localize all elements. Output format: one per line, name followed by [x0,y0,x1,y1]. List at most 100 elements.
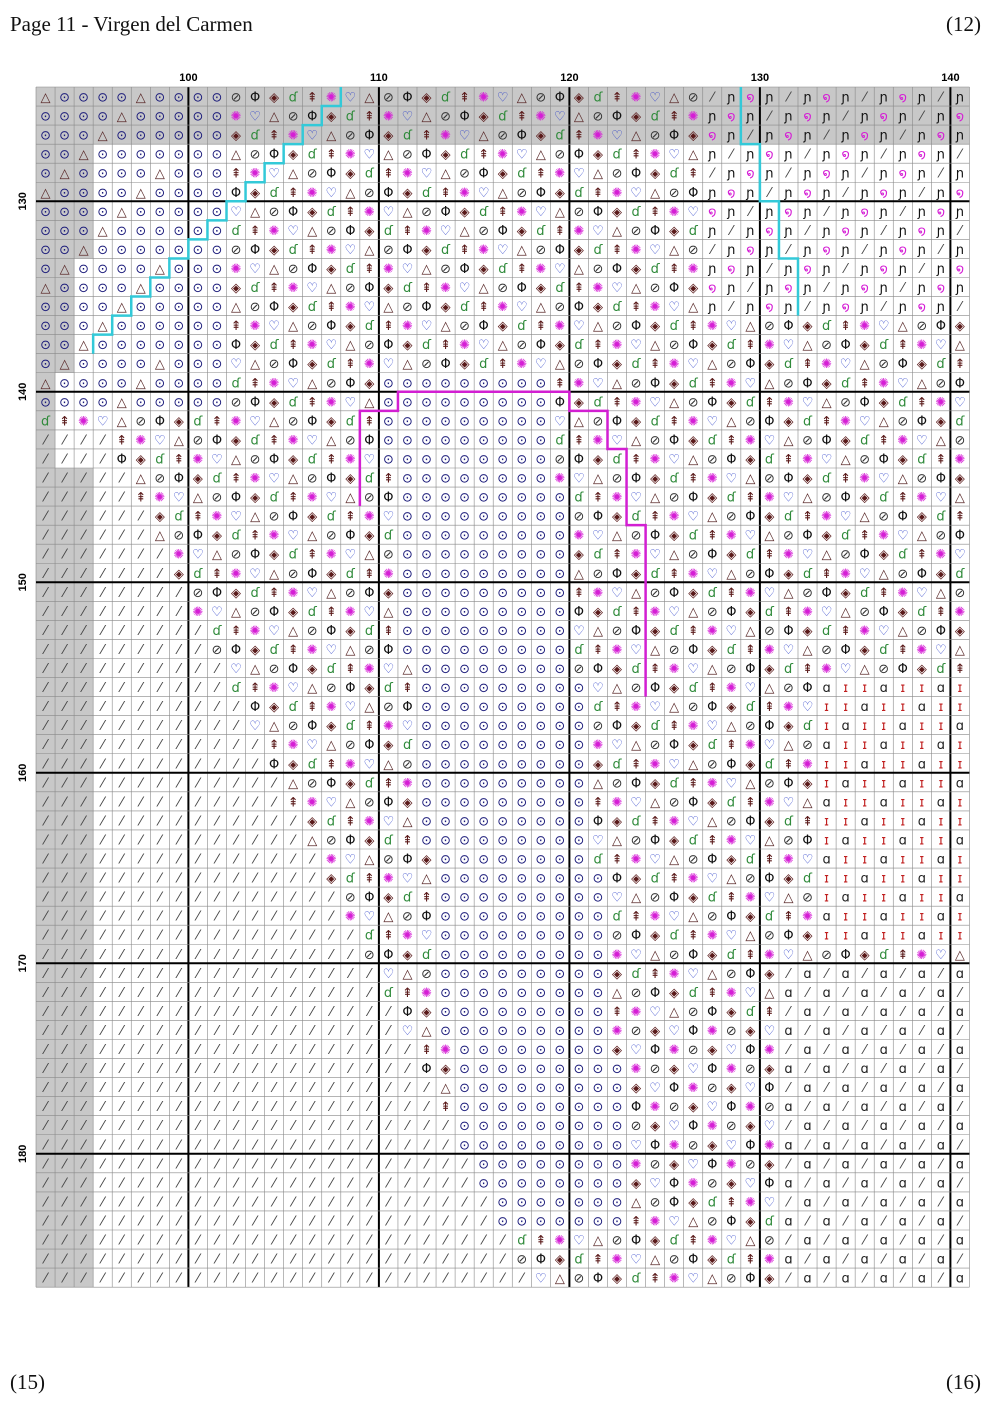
target-symbol: ⊙ [478,1138,489,1153]
sun-symbol: ✺ [802,452,813,467]
target-symbol: ⊙ [497,757,508,772]
diamond-symbol: ◈ [936,567,946,582]
target-symbol: ⊙ [59,110,70,125]
target-symbol: ⊙ [421,376,432,391]
diamond-symbol: ◈ [364,529,374,544]
heart-symbol: ♡ [802,548,814,563]
alpha-symbol: ɑ [784,1062,792,1077]
diamond-symbol: ◈ [326,414,336,429]
diamond-symbol: ◈ [326,719,336,734]
triangle-symbol: △ [650,795,660,810]
diamond-symbol: ◈ [212,529,222,544]
phi-symbol: Φ [936,624,946,639]
hook-symbol: ɲ [859,300,868,315]
oval-symbol: ⊘ [269,205,280,220]
heart-symbol: ♡ [706,719,718,734]
oval-symbol: ⊘ [440,110,451,125]
triangle-symbol: △ [898,624,908,639]
target-symbol: ⊙ [421,567,432,582]
diamond-symbol: ◈ [307,662,317,677]
target-symbol: ⊙ [40,110,51,125]
sun-symbol: ✺ [802,605,813,620]
target-symbol: ⊙ [554,1176,565,1191]
oval-symbol: ⊘ [288,414,299,429]
hook-symbol: ɲ [879,281,888,296]
target-symbol: ⊙ [135,224,146,239]
target-symbol: ⊙ [97,281,108,296]
sun-symbol: ✺ [707,929,718,944]
i-red-symbol: ɪ [938,833,943,848]
swirl-green-symbol: ɗ [193,414,203,429]
triangle-symbol: △ [707,510,717,525]
diamond-symbol: ◈ [726,548,736,563]
i-red-symbol: ɪ [862,719,867,734]
phi-symbol: Φ [117,452,127,467]
target-symbol: ⊙ [97,91,108,106]
spiral-pink-symbol: ໑ [880,186,888,201]
target-symbol: ⊙ [97,300,108,315]
triangle-symbol: △ [593,472,603,487]
swirl-green-symbol: ɗ [612,910,622,925]
diamond-symbol: ◈ [745,757,755,772]
arrow-up-symbol: ⇞ [745,795,756,810]
spiral-pink-symbol: ໑ [784,281,792,296]
diamond-symbol: ◈ [402,186,412,201]
target-symbol: ⊙ [192,186,203,201]
oval-symbol: ⊘ [821,643,832,658]
heart-symbol: ♡ [383,814,395,829]
target-symbol: ⊙ [402,433,413,448]
sun-symbol: ✺ [78,414,89,429]
phi-symbol: Φ [593,205,603,220]
triangle-symbol: △ [79,148,89,163]
target-symbol: ⊙ [173,300,184,315]
arrow-up-symbol: ⇞ [688,776,699,791]
oval-symbol: ⊘ [745,872,756,887]
swirl-green-symbol: ɗ [174,510,184,525]
diamond-symbol: ◈ [574,91,584,106]
swirl-green-symbol: ɗ [727,795,737,810]
heart-symbol: ♡ [954,548,966,563]
target-symbol: ⊙ [440,491,451,506]
alpha-symbol: ɑ [880,795,888,810]
target-symbol: ⊙ [478,1005,489,1020]
oval-symbol: ⊘ [345,586,356,601]
oval-symbol: ⊘ [954,433,965,448]
sun-symbol: ✺ [516,205,527,220]
phi-symbol: Φ [726,910,736,925]
target-symbol: ⊙ [478,738,489,753]
triangle-symbol: △ [631,129,641,144]
triangle-symbol: △ [136,472,146,487]
target-symbol: ⊙ [212,319,223,334]
swirl-green-symbol: ɗ [593,243,603,258]
swirl-green-symbol: ɗ [365,319,375,334]
target-symbol: ⊙ [516,795,527,810]
arrow-up-symbol: ⇞ [478,300,489,315]
target-symbol: ⊙ [516,1157,527,1172]
phi-symbol: Φ [345,376,355,391]
target-symbol: ⊙ [497,872,508,887]
oval-symbol: ⊘ [897,414,908,429]
triangle-symbol: △ [536,300,546,315]
triangle-symbol: △ [402,814,412,829]
alpha-symbol: ɑ [918,814,926,829]
triangle-symbol: △ [841,452,851,467]
sun-symbol: ✺ [745,1195,756,1210]
phi-symbol: Φ [669,586,679,601]
hook-symbol: ɲ [917,167,926,182]
diamond-symbol: ◈ [231,586,241,601]
target-symbol: ⊙ [554,1081,565,1096]
heart-symbol: ♡ [402,872,414,887]
oval-symbol: ⊘ [516,1253,527,1268]
target-symbol: ⊙ [516,986,527,1001]
diamond-symbol: ◈ [307,814,317,829]
swirl-green-symbol: ɗ [651,262,661,277]
sun-symbol: ✺ [878,529,889,544]
diamond-symbol: ◈ [612,662,622,677]
target-symbol: ⊙ [516,548,527,563]
phi-symbol: Φ [612,414,622,429]
column-number-label: 140 [941,72,959,84]
target-symbol: ⊙ [154,243,165,258]
arrow-up-symbol: ⇞ [650,510,661,525]
target-symbol: ⊙ [516,643,527,658]
oval-symbol: ⊘ [288,567,299,582]
